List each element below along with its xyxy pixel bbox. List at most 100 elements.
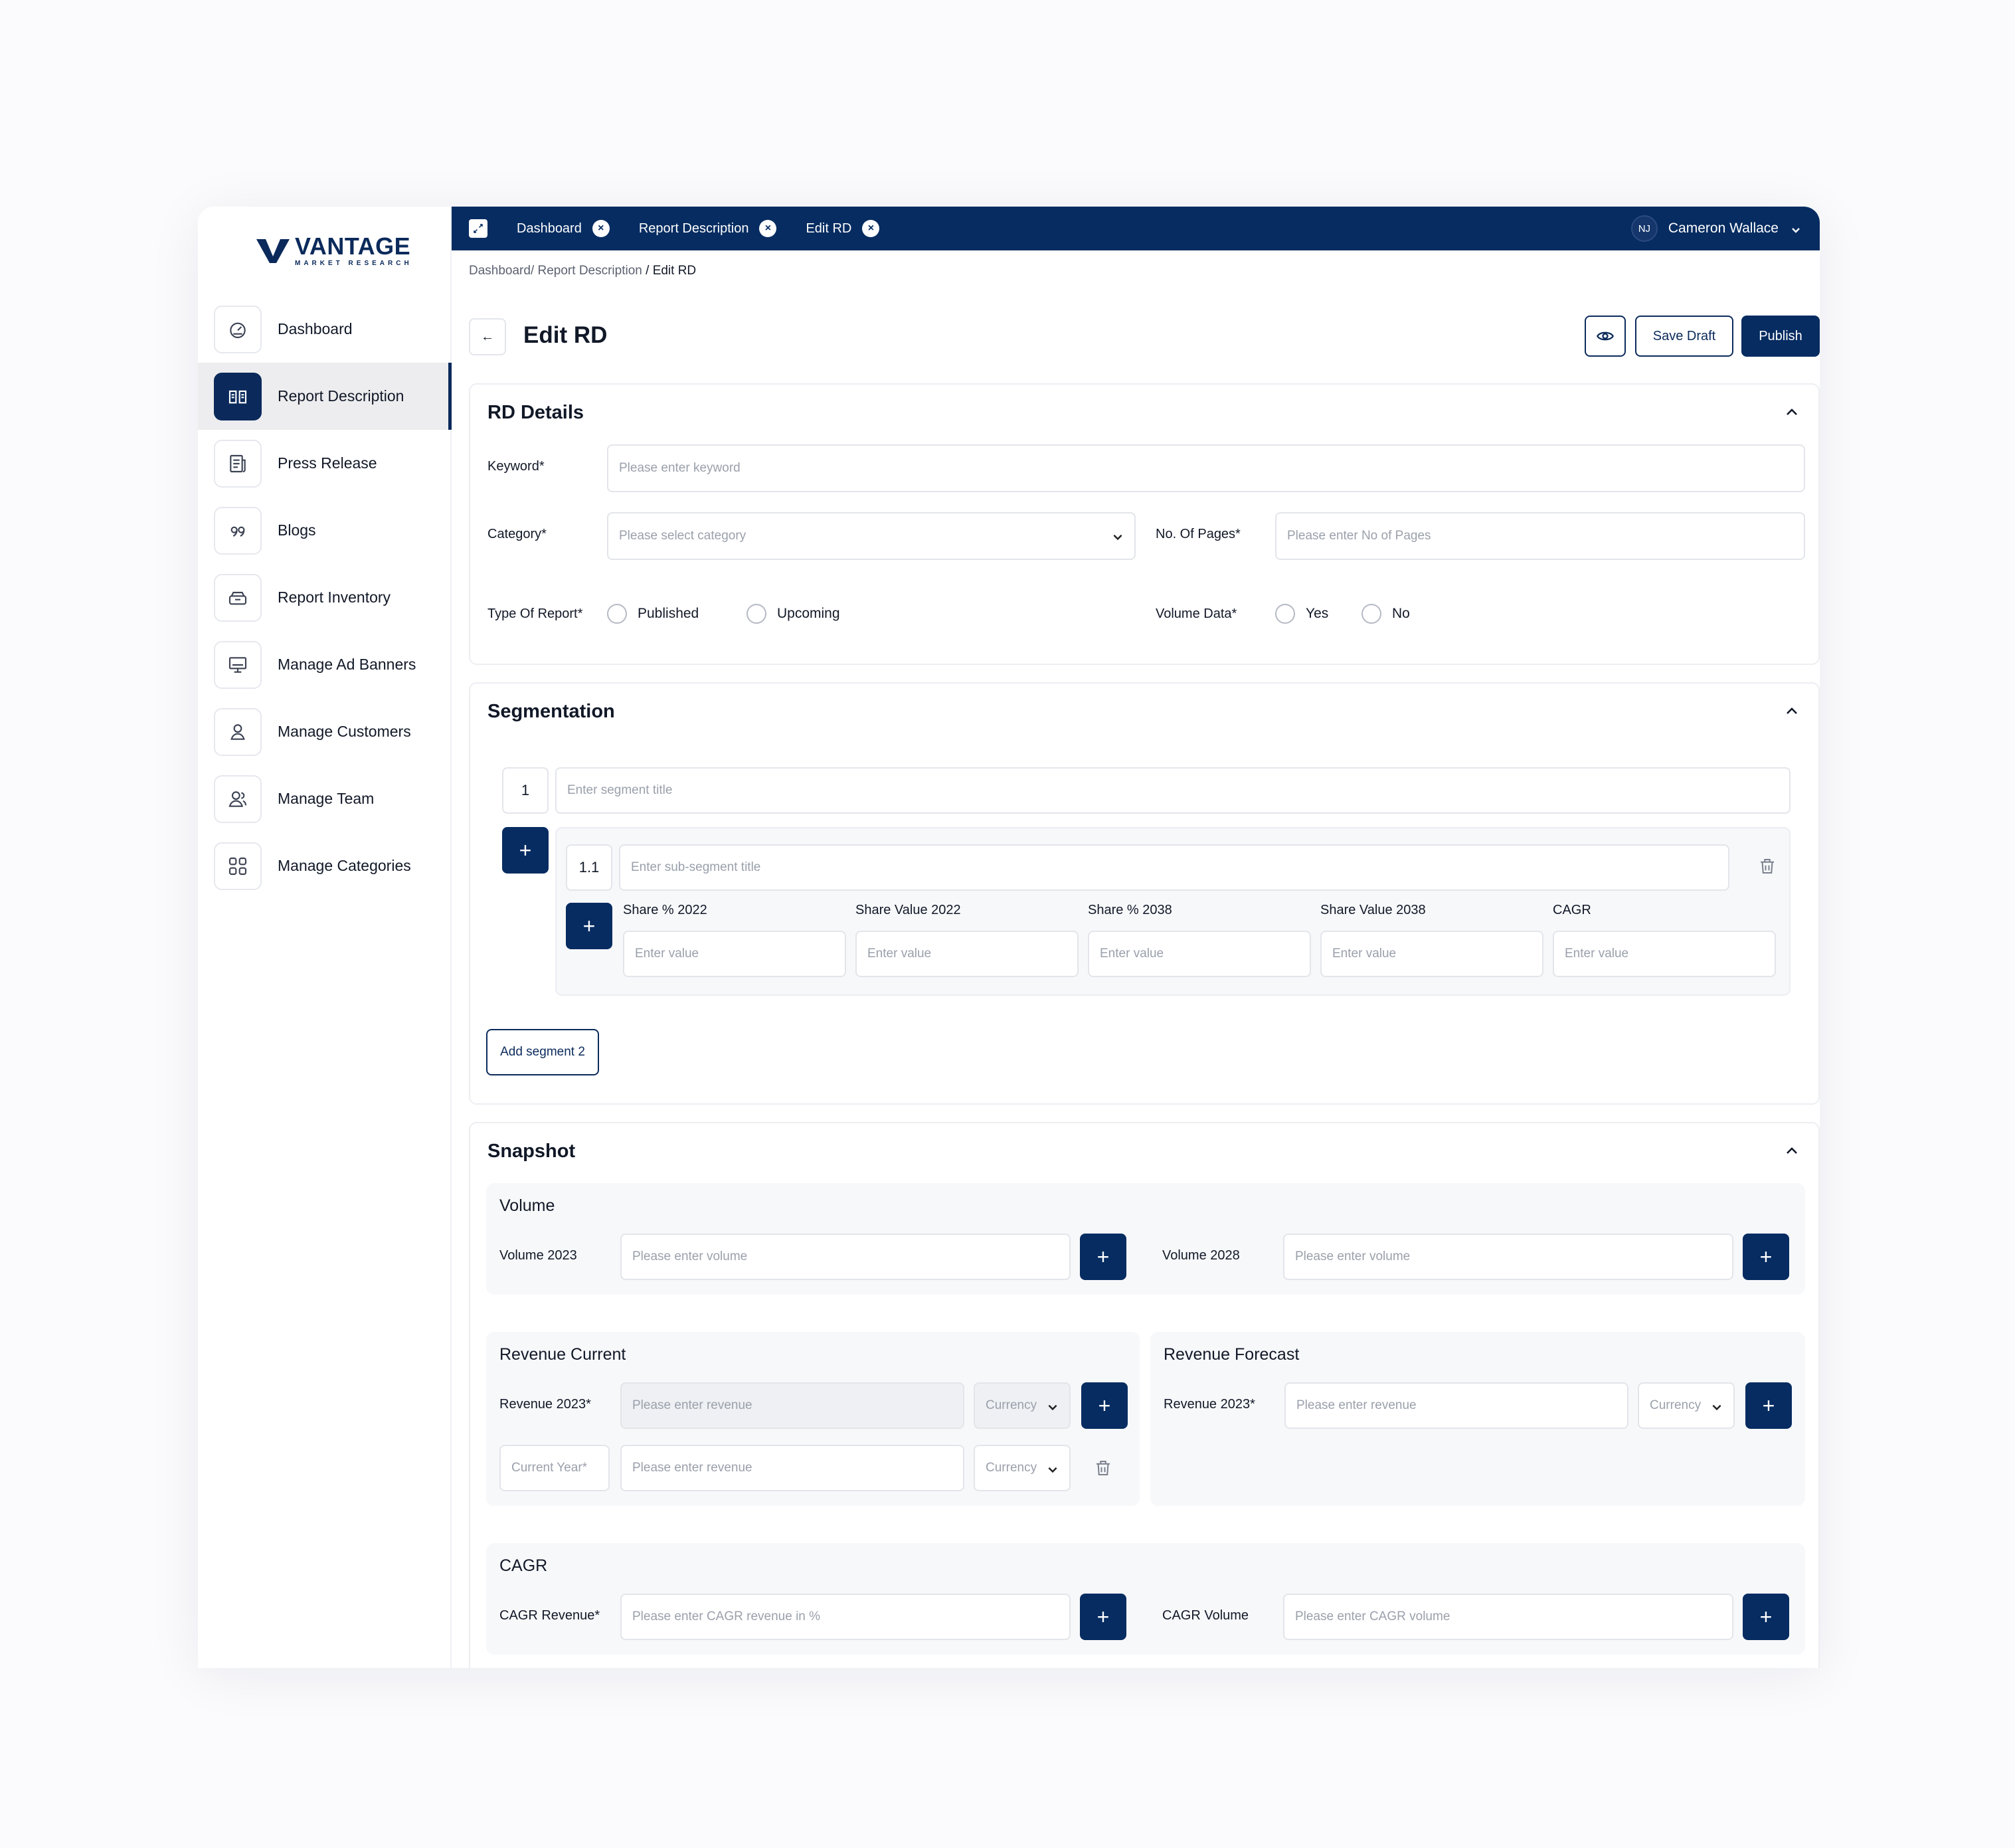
radio-circle[interactable] xyxy=(1361,604,1381,624)
volume-data-label: Volume Data* xyxy=(1156,606,1237,621)
snapshot-title: Snapshot xyxy=(487,1141,576,1162)
currency-select[interactable]: Currency xyxy=(1638,1382,1735,1429)
volume-2023-input[interactable]: Please enter volume xyxy=(620,1234,1071,1280)
col-share-pct-2022: Share % 2022 xyxy=(623,903,707,917)
radio-yes[interactable]: Yes xyxy=(1275,604,1328,624)
tab-dashboard[interactable]: Dashboard × xyxy=(517,220,610,237)
subsegment-title-input[interactable]: Enter sub-segment title xyxy=(619,844,1729,891)
chevron-up-icon[interactable] xyxy=(1784,405,1800,420)
brand-logo[interactable]: VANTAGE MARKET RESEARCH xyxy=(255,234,412,267)
segment-title-input[interactable]: Enter segment title xyxy=(555,767,1791,814)
sidebar-item-manage-categories[interactable]: Manage Categories xyxy=(198,832,452,899)
revenue-current-2023-label: Revenue 2023* xyxy=(499,1397,591,1412)
add-cagr-revenue-button[interactable]: + xyxy=(1080,1594,1126,1640)
cagr-revenue-label: CAGR Revenue* xyxy=(499,1608,600,1623)
report-type-label: Type Of Report* xyxy=(487,606,583,621)
collapse-sidebar-icon[interactable] xyxy=(469,219,487,238)
share-value-2022-input[interactable]: Enter value xyxy=(855,931,1079,977)
publish-button[interactable]: Publish xyxy=(1741,316,1820,357)
revenue-forecast-2023-label: Revenue 2023* xyxy=(1164,1397,1255,1412)
volume-2028-input[interactable]: Please enter volume xyxy=(1283,1234,1733,1280)
currency-select[interactable]: Currency xyxy=(974,1445,1071,1491)
trash-icon[interactable] xyxy=(1093,1458,1113,1478)
tab-edit-rd[interactable]: Edit RD × xyxy=(806,220,880,237)
top-bar: Dashboard × Report Description × Edit RD… xyxy=(452,207,1820,250)
save-draft-button[interactable]: Save Draft xyxy=(1635,316,1733,357)
currency-value: Currency xyxy=(986,1398,1037,1412)
radio-circle[interactable] xyxy=(607,604,627,624)
add-share-row-button[interactable]: + xyxy=(566,903,612,949)
radio-published[interactable]: Published xyxy=(607,604,699,624)
breadcrumb-current: / Edit RD xyxy=(642,264,697,278)
add-revenue-forecast-button[interactable]: + xyxy=(1745,1382,1792,1429)
add-volume-2028-button[interactable]: + xyxy=(1743,1234,1789,1280)
radio-circle[interactable] xyxy=(1275,604,1295,624)
sidebar-item-label: Report Description xyxy=(278,387,404,405)
add-revenue-current-button[interactable]: + xyxy=(1081,1382,1128,1429)
pages-input[interactable]: Please enter No of Pages xyxy=(1275,512,1805,560)
cagr-revenue-input[interactable]: Please enter CAGR revenue in % xyxy=(620,1594,1071,1640)
cagr-volume-label: CAGR Volume xyxy=(1162,1608,1249,1623)
revenue-current-2023-input[interactable]: Please enter revenue xyxy=(620,1382,964,1429)
sidebar-item-manage-customers[interactable]: Manage Customers xyxy=(198,698,452,765)
tab-report-description[interactable]: Report Description × xyxy=(639,220,777,237)
currency-select[interactable]: Currency xyxy=(974,1382,1071,1429)
page-title: Edit RD xyxy=(523,322,608,348)
sidebar-item-label: Dashboard xyxy=(278,320,353,337)
preview-button[interactable] xyxy=(1585,316,1626,357)
sidebar-item-report-inventory[interactable]: Report Inventory xyxy=(198,564,452,631)
share-pct-2038-input[interactable]: Enter value xyxy=(1088,931,1311,977)
share-value-2038-input[interactable]: Enter value xyxy=(1320,931,1543,977)
chevron-up-icon[interactable] xyxy=(1784,703,1800,719)
current-year-input[interactable]: Current Year* xyxy=(499,1445,610,1491)
add-subsegment-button[interactable]: + xyxy=(502,827,549,874)
cagr-input[interactable]: Enter value xyxy=(1553,931,1776,977)
volume-panel: Volume Volume 2023 Please enter volume +… xyxy=(486,1183,1805,1295)
team-icon xyxy=(214,775,262,823)
rd-details-card: RD Details Keyword* Please enter keyword… xyxy=(469,383,1820,665)
trash-icon[interactable] xyxy=(1757,856,1777,876)
close-icon[interactable]: × xyxy=(862,220,880,237)
add-segment-button[interactable]: Add segment 2 xyxy=(486,1029,599,1075)
share-pct-2022-input[interactable]: Enter value xyxy=(623,931,846,977)
sidebar-item-label: Manage Team xyxy=(278,790,375,807)
grid-icon xyxy=(214,842,262,890)
add-volume-2023-button[interactable]: + xyxy=(1080,1234,1126,1280)
back-button[interactable]: ← xyxy=(469,318,506,355)
sidebar-item-label: Report Inventory xyxy=(278,589,391,606)
radio-upcoming[interactable]: Upcoming xyxy=(746,604,840,624)
revenue-current-title: Revenue Current xyxy=(499,1345,626,1364)
revenue-current-year-input[interactable]: Please enter revenue xyxy=(620,1445,964,1491)
col-share-value-2022: Share Value 2022 xyxy=(855,903,961,917)
cagr-volume-input[interactable]: Please enter CAGR volume xyxy=(1283,1594,1733,1640)
sidebar-item-label: Blogs xyxy=(278,521,316,539)
keyword-input[interactable]: Please enter keyword xyxy=(607,444,1805,492)
sidebar-item-manage-team[interactable]: Manage Team xyxy=(198,765,452,832)
revenue-forecast-title: Revenue Forecast xyxy=(1164,1345,1300,1364)
add-cagr-volume-button[interactable]: + xyxy=(1743,1594,1789,1640)
volume-2028-label: Volume 2028 xyxy=(1162,1248,1240,1263)
radio-label: Yes xyxy=(1306,606,1329,621)
chevron-up-icon[interactable] xyxy=(1784,1143,1800,1159)
radio-circle[interactable] xyxy=(746,604,766,624)
col-cagr: CAGR xyxy=(1553,903,1591,917)
radio-no[interactable]: No xyxy=(1361,604,1410,624)
brand-text: VANTAGE MARKET RESEARCH xyxy=(295,234,412,268)
close-icon[interactable]: × xyxy=(592,220,610,237)
volume-title: Volume xyxy=(499,1196,555,1215)
sidebar-item-manage-ad-banners[interactable]: Manage Ad Banners xyxy=(198,631,452,698)
user-menu[interactable]: NJ Cameron Wallace xyxy=(1630,215,1801,242)
eye-icon xyxy=(1597,331,1614,341)
sidebar-item-blogs[interactable]: Blogs xyxy=(198,497,452,564)
sidebar-item-press-release[interactable]: Press Release xyxy=(198,430,452,497)
close-icon[interactable]: × xyxy=(759,220,777,237)
category-select[interactable]: Please select category xyxy=(607,512,1136,560)
revenue-forecast-2023-input[interactable]: Please enter revenue xyxy=(1284,1382,1628,1429)
sidebar-item-label: Manage Ad Banners xyxy=(278,656,416,673)
keyword-label: Keyword* xyxy=(487,459,545,474)
col-share-pct-2038: Share % 2038 xyxy=(1088,903,1172,917)
chevron-down-icon xyxy=(1047,1401,1059,1413)
sidebar-item-dashboard[interactable]: Dashboard xyxy=(198,296,452,363)
breadcrumb-path[interactable]: Dashboard/ Report Description xyxy=(469,264,642,278)
sidebar-item-report-description[interactable]: Report Description xyxy=(198,363,452,430)
